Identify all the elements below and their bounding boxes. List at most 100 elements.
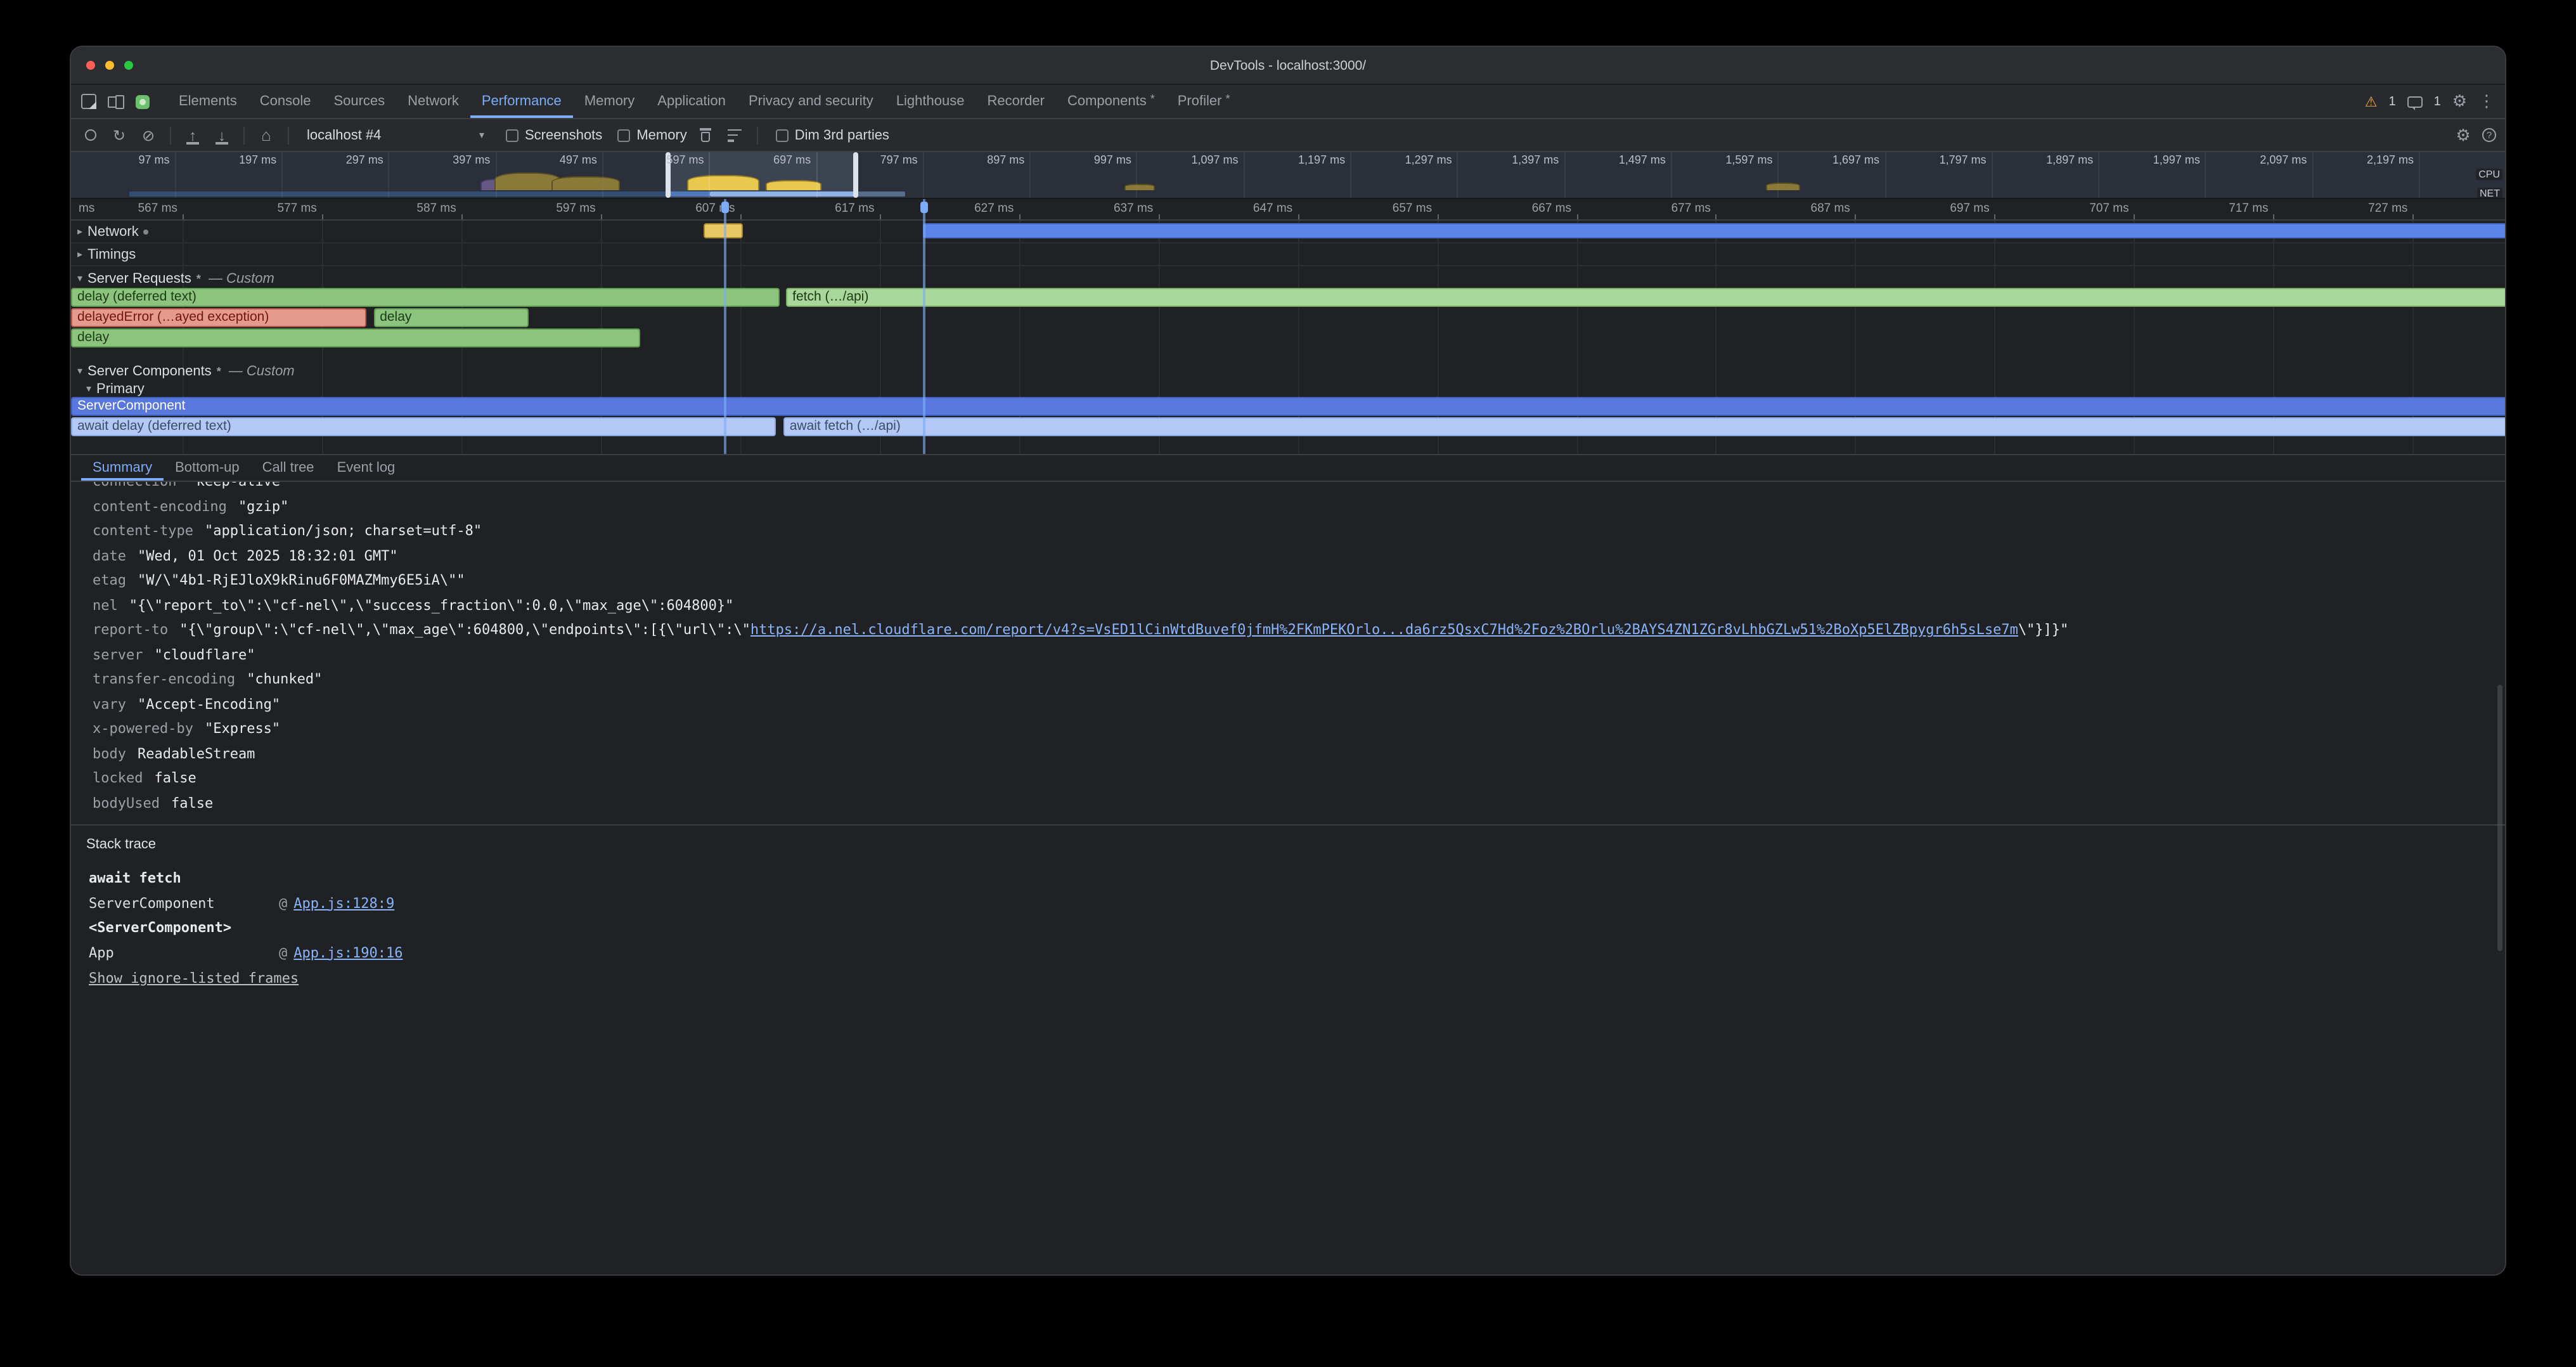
kebab-menu-icon[interactable]: ⋮ bbox=[2478, 91, 2495, 112]
tab-recorder[interactable]: Recorder bbox=[976, 85, 1056, 118]
live-metrics-home-icon[interactable]: ⌂ bbox=[256, 125, 276, 145]
stack-location-link[interactable]: App.js:128:9 bbox=[293, 895, 394, 912]
checkbox-box bbox=[776, 129, 789, 141]
dim-3rd-parties-checkbox[interactable]: Dim 3rd parties bbox=[776, 127, 889, 143]
tab-application[interactable]: Application bbox=[646, 85, 737, 118]
bar-delay[interactable]: delay bbox=[71, 328, 640, 347]
property-key: etag bbox=[93, 573, 126, 589]
tab-memory[interactable]: Memory bbox=[573, 85, 646, 118]
cpu-strip-label: CPU bbox=[2476, 169, 2502, 180]
track-subgroup-primary[interactable]: ▾Primary bbox=[71, 380, 2505, 397]
warning-icon[interactable]: ⚠ bbox=[2365, 93, 2378, 110]
tab-privacy-and-security[interactable]: Privacy and security bbox=[737, 85, 885, 118]
chevron-right-icon[interactable]: ▸ bbox=[77, 249, 82, 260]
stack-frame-header: <ServerComponent> bbox=[71, 916, 2505, 940]
settings-gear-icon[interactable]: ⚙ bbox=[2452, 91, 2467, 112]
close-window-button[interactable] bbox=[86, 61, 95, 70]
record-icon[interactable] bbox=[80, 125, 100, 145]
property-row: content-encoding"gzip" bbox=[71, 494, 2505, 519]
panel-badge-icon: * bbox=[1150, 93, 1155, 105]
track-group-server-requests[interactable]: ▾Server Requests*— Custom bbox=[71, 269, 2505, 288]
timings-track[interactable]: ▸ Timings bbox=[71, 243, 2505, 266]
tab-call-tree[interactable]: Call tree bbox=[251, 455, 326, 481]
report-url-link[interactable]: https://a.nel.cloudflare.com/report/v4?s… bbox=[750, 622, 2018, 638]
tab-performance[interactable]: Performance bbox=[470, 85, 573, 118]
bar-delay-deferred-text[interactable]: delay (deferred text) bbox=[71, 288, 779, 307]
bar-await-delay-deferred-text[interactable]: await delay (deferred text) bbox=[71, 417, 776, 436]
overview-tick-label: 1,597 ms bbox=[1725, 153, 1777, 166]
tab-event-log[interactable]: Event log bbox=[326, 455, 407, 481]
overview-tick-label: 297 ms bbox=[346, 153, 389, 166]
clear-icon[interactable]: ⊘ bbox=[138, 125, 158, 145]
performance-toolbar: ↻ ⊘ ↑ ↓ ⌂ localhost #4 ▾ Screenshots Mem… bbox=[71, 119, 2505, 152]
chevron-down-icon[interactable]: ▾ bbox=[77, 273, 82, 284]
extension-icon[interactable] bbox=[136, 94, 150, 108]
summary-scrollbar[interactable] bbox=[2497, 685, 2502, 951]
tab-lighthouse[interactable]: Lighthouse bbox=[885, 85, 976, 118]
bar-servercomponent[interactable]: ServerComponent bbox=[71, 397, 2505, 416]
overview-tick-label: 1,397 ms bbox=[1512, 153, 1564, 166]
track-group-server-components[interactable]: ▾Server Components*— Custom bbox=[71, 361, 2505, 380]
history-dropdown[interactable]: localhost #4 ▾ bbox=[300, 127, 491, 143]
timeline-overview[interactable]: CPU NET 97 ms197 ms297 ms397 ms497 ms597… bbox=[71, 152, 2505, 199]
tab-profiler[interactable]: Profiler* bbox=[1166, 85, 1242, 118]
tick-mark bbox=[183, 214, 184, 219]
tab-elements[interactable]: Elements bbox=[167, 85, 248, 118]
property-value: "Wed, 01 Oct 2025 18:32:01 GMT" bbox=[138, 548, 398, 564]
chevron-down-icon[interactable]: ▾ bbox=[77, 365, 82, 377]
property-value: "Accept-Encoding" bbox=[138, 696, 280, 713]
network-bar[interactable] bbox=[704, 223, 743, 238]
time-tick-label: 647 ms bbox=[1253, 202, 1298, 216]
tab-label: Privacy and security bbox=[749, 94, 873, 109]
bar-fetch-api[interactable]: fetch (…/api) bbox=[786, 288, 2505, 307]
network-track[interactable]: ▸ Network bbox=[71, 221, 2505, 243]
bar-delay[interactable]: delay bbox=[373, 308, 528, 327]
record-circle bbox=[84, 129, 96, 141]
tab-sources[interactable]: Sources bbox=[322, 85, 396, 118]
tab-bottom-up[interactable]: Bottom-up bbox=[164, 455, 251, 481]
property-row: connection"keep-alive" bbox=[71, 482, 2505, 494]
overview-tick-label: 897 ms bbox=[987, 153, 1029, 166]
property-value: ReadableStream bbox=[138, 746, 255, 762]
network-conditions-icon[interactable] bbox=[725, 125, 745, 145]
stack-location-link[interactable]: App.js:190:16 bbox=[293, 945, 402, 961]
property-key: x-powered-by bbox=[93, 721, 193, 737]
panel-tabs: ElementsConsoleSourcesNetworkPerformance… bbox=[167, 85, 1241, 118]
message-bubble-icon[interactable] bbox=[2407, 96, 2423, 107]
network-bar[interactable] bbox=[923, 223, 2505, 238]
garbage-collect-icon[interactable] bbox=[696, 125, 716, 145]
selection-handle-right[interactable] bbox=[853, 152, 858, 198]
show-ignore-listed-link[interactable]: Show ignore-listed frames bbox=[89, 970, 299, 987]
tab-components[interactable]: Components* bbox=[1056, 85, 1166, 118]
track-group-suffix: — Custom bbox=[229, 363, 295, 379]
time-tick-label: 717 ms bbox=[2229, 202, 2273, 216]
chevron-down-icon[interactable]: ▾ bbox=[86, 383, 91, 394]
record-reload-icon[interactable]: ↻ bbox=[109, 125, 129, 145]
property-key: nel bbox=[93, 597, 118, 614]
property-key: date bbox=[93, 548, 126, 564]
load-profile-icon[interactable]: ↑ bbox=[183, 125, 203, 145]
property-row: server"cloudflare" bbox=[71, 642, 2505, 667]
save-profile-icon[interactable]: ↓ bbox=[212, 125, 232, 145]
chevron-right-icon[interactable]: ▸ bbox=[77, 226, 82, 237]
property-key: vary bbox=[93, 696, 126, 713]
zoom-window-button[interactable] bbox=[124, 61, 133, 70]
tab-label: Lighthouse bbox=[896, 94, 965, 109]
bar-await-fetch-api[interactable]: await fetch (…/api) bbox=[783, 417, 2505, 436]
tab-summary[interactable]: Summary bbox=[81, 455, 164, 481]
tab-network[interactable]: Network bbox=[396, 85, 470, 118]
traffic-lights bbox=[86, 61, 133, 70]
property-key: bodyUsed bbox=[93, 795, 160, 812]
minimize-window-button[interactable] bbox=[105, 61, 114, 70]
capture-settings-gear-icon[interactable]: ⚙ bbox=[2453, 125, 2473, 145]
memory-checkbox[interactable]: Memory bbox=[617, 127, 686, 143]
device-toolbar-icon[interactable] bbox=[108, 94, 124, 109]
inspect-element-icon[interactable] bbox=[81, 94, 96, 109]
time-tick-label: 627 ms bbox=[974, 202, 1019, 216]
bar-delayederror-ayed-exception[interactable]: delayedError (…ayed exception) bbox=[71, 308, 366, 327]
toolbar-separator bbox=[288, 126, 289, 144]
property-row: bodyUsedfalse bbox=[71, 791, 2505, 815]
tab-console[interactable]: Console bbox=[248, 85, 323, 118]
screenshots-checkbox[interactable]: Screenshots bbox=[506, 127, 602, 143]
help-icon[interactable]: ? bbox=[2482, 128, 2496, 142]
